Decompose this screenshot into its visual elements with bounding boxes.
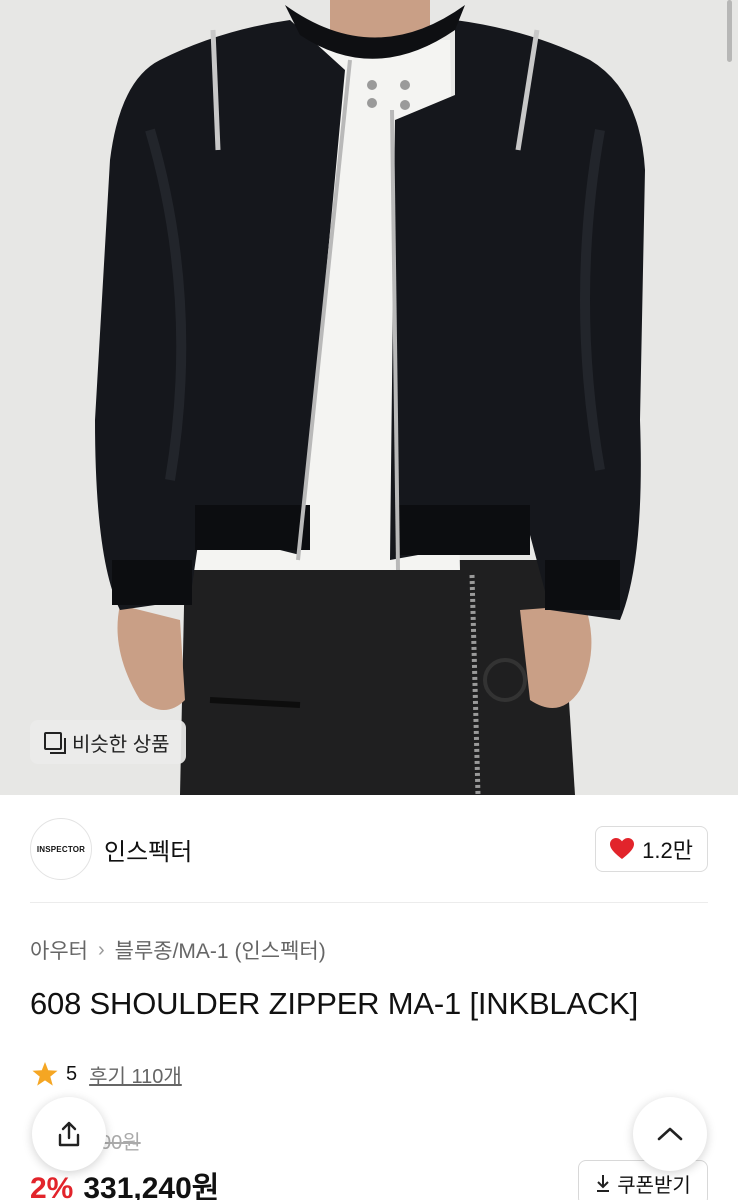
download-icon (597, 1175, 610, 1192)
like-count: 1.2만 (642, 838, 693, 863)
coupon-label: 쿠폰받기 (617, 1174, 691, 1197)
original-price: 00원 (100, 1132, 141, 1154)
breadcrumb: 아우터 › 블루종/MA-1 (인스펙터) (30, 935, 326, 965)
breadcrumb-subcategory[interactable]: 블루종/MA-1 (인스펙터) (115, 935, 326, 965)
product-image[interactable]: 비슷한 상품 (0, 0, 738, 795)
sale-price: 331,240원 (83, 1172, 220, 1200)
similar-products-label: 비슷한 상품 (72, 733, 170, 756)
copy-icon (44, 732, 66, 754)
brand-logo[interactable]: INSPECTOR (30, 818, 92, 880)
brand-name[interactable]: 인스펙터 (104, 832, 192, 867)
breadcrumb-category[interactable]: 아우터 (30, 935, 88, 965)
review-link[interactable]: 후기 110개 (89, 1060, 182, 1089)
discount-rate: 2% (30, 1172, 74, 1200)
share-button[interactable] (32, 1097, 106, 1171)
product-title: 608 SHOULDER ZIPPER MA-1 [INKBLACK] (30, 986, 639, 1021)
heart-icon (610, 838, 635, 859)
chevron-up-icon (657, 1127, 683, 1141)
rating-row: 5 후기 110개 (32, 1060, 182, 1089)
rating-value: 5 (66, 1063, 78, 1085)
scroll-top-button[interactable] (633, 1097, 707, 1171)
divider (30, 902, 708, 903)
scrollbar[interactable] (727, 0, 732, 62)
chevron-right-icon: › (97, 938, 105, 961)
like-button[interactable]: 1.2만 (595, 826, 708, 872)
brand-row: INSPECTOR 인스펙터 1.2만 (30, 818, 708, 880)
jacket-photo (0, 0, 738, 795)
similar-products-button[interactable]: 비슷한 상품 (30, 720, 186, 764)
star-icon (32, 1062, 58, 1086)
share-icon (58, 1121, 80, 1147)
